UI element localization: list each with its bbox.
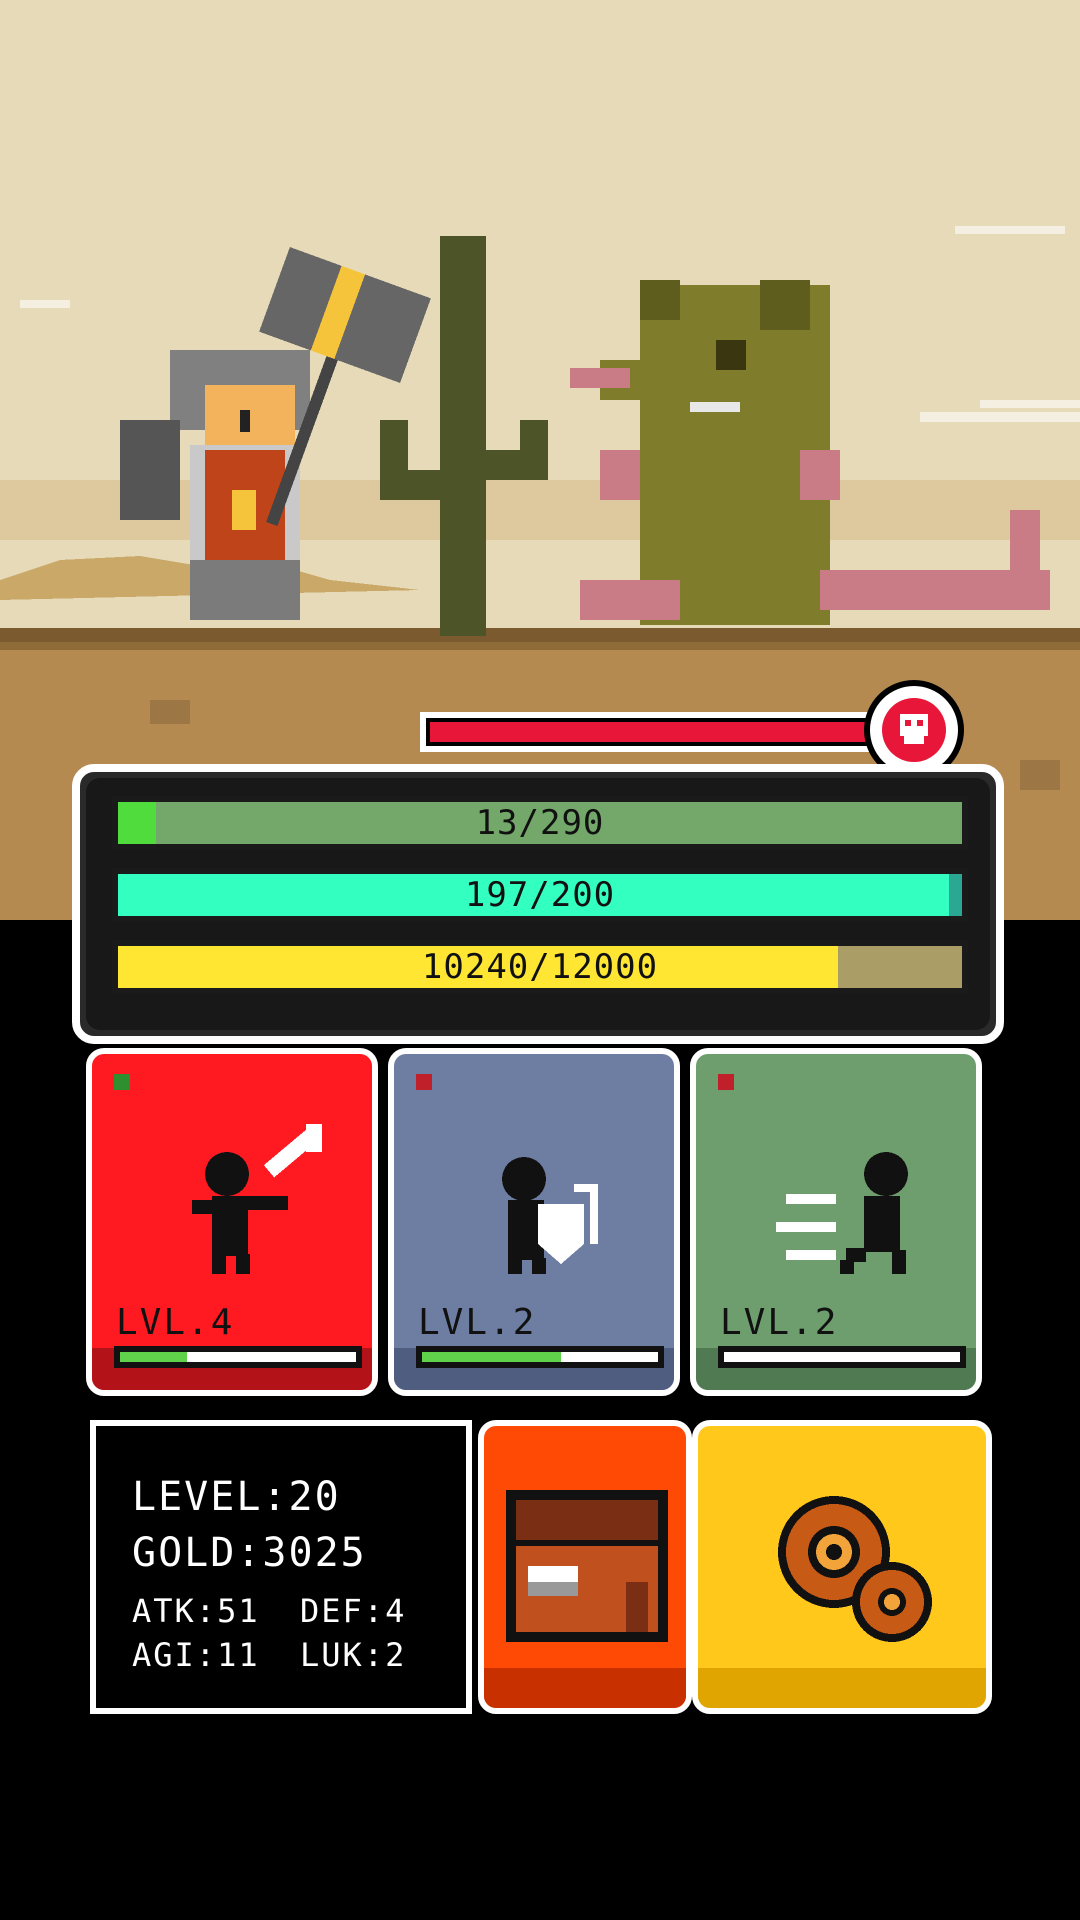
health-bar-text: 13/290 <box>475 803 605 843</box>
gem-icon <box>114 1074 130 1090</box>
enemy-health-bar <box>420 712 910 752</box>
sword-attack-icon <box>192 1124 322 1274</box>
gem-icon <box>718 1074 734 1090</box>
atk-stat: ATK:51 <box>132 1592 260 1630</box>
inventory-button[interactable] <box>478 1420 692 1714</box>
running-agility-icon <box>776 1152 908 1274</box>
defense-level-label: LVL.2 <box>418 1302 537 1343</box>
defense-skill-card[interactable]: LVL.2 <box>388 1048 680 1396</box>
attack-skill-card[interactable]: LVL.4 <box>86 1048 378 1396</box>
gem-icon <box>416 1074 432 1090</box>
energy-bar: 197/200 <box>112 868 968 922</box>
experience-bar: 10240/12000 <box>112 940 968 994</box>
defense-xp-bar <box>416 1346 664 1368</box>
agility-level-label: LVL.2 <box>720 1302 839 1343</box>
agi-stat: AGI:11 <box>132 1636 260 1674</box>
enemy-health-fill <box>430 722 900 742</box>
stats-panel: LEVEL:20 GOLD:3025 ATK:51 DEF:4 AGI:11 L… <box>90 1420 472 1714</box>
health-bar: 13/290 <box>112 796 968 850</box>
gears-icon <box>778 1496 932 1642</box>
experience-bar-text: 10240/12000 <box>421 947 659 987</box>
attack-xp-bar <box>114 1346 362 1368</box>
energy-bar-text: 197/200 <box>464 875 616 915</box>
gold-stat: GOLD:3025 <box>132 1530 367 1576</box>
agility-xp-bar <box>718 1346 966 1368</box>
attack-level-label: LVL.4 <box>116 1302 235 1343</box>
level-stat: LEVEL:20 <box>132 1474 341 1520</box>
agility-skill-card[interactable]: LVL.2 <box>690 1048 982 1396</box>
def-stat: DEF:4 <box>300 1592 407 1630</box>
settings-button[interactable] <box>692 1420 992 1714</box>
treasure-chest-icon <box>506 1490 668 1642</box>
shield-defense-icon <box>502 1157 598 1274</box>
luk-stat: LUK:2 <box>300 1636 407 1674</box>
